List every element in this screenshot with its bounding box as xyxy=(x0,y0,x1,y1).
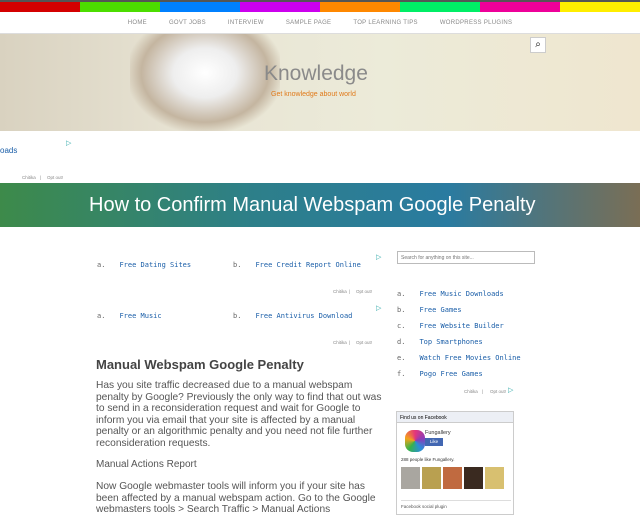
like-button[interactable]: Like xyxy=(425,438,443,446)
fan-avatar[interactable] xyxy=(485,467,504,489)
ad-link[interactable]: Top Smartphones xyxy=(419,338,482,346)
ad-marker: b. xyxy=(233,312,242,320)
facebook-widget-header: Find us on Facebook xyxy=(397,412,513,423)
fungallery-logo[interactable] xyxy=(405,430,425,452)
article-subheading: Manual Actions Report xyxy=(96,459,197,470)
fan-avatar[interactable] xyxy=(422,467,441,489)
chitika-link[interactable]: Chitika xyxy=(333,289,347,294)
article-paragraph: Now Google webmaster tools will inform y… xyxy=(96,481,376,515)
separator: | xyxy=(482,389,484,394)
article-heading: Manual Webspam Google Penalty xyxy=(96,357,304,372)
nav-govt-jobs[interactable]: GOVT JOBS xyxy=(169,20,206,26)
optout-link[interactable]: Opt out! xyxy=(47,175,63,180)
sidebar-ad-item[interactable]: f. Pogo Free Games xyxy=(397,370,483,378)
header-hero: Knowledge Get knowledge about world ⌕ xyxy=(0,34,640,131)
sidebar-ad-item[interactable]: e. Watch Free Movies Online xyxy=(397,354,521,362)
top-nav: HOME GOVT JOBS INTERVIEW SAMPLE PAGE TOP… xyxy=(0,12,640,34)
chitika-link[interactable]: Chitika xyxy=(464,389,478,394)
ad-link[interactable]: Free Website Builder xyxy=(419,322,503,330)
chitika-link[interactable]: Chitika xyxy=(333,340,347,345)
ad-marker: b. xyxy=(233,261,242,269)
ad-link[interactable]: Watch Free Movies Online xyxy=(419,354,520,362)
fan-faces xyxy=(401,467,504,489)
nav-interview[interactable]: INTERVIEW xyxy=(228,20,264,26)
optout-link[interactable]: Opt out! xyxy=(356,340,372,345)
site-title[interactable]: Knowledge xyxy=(264,62,368,86)
separator: | xyxy=(40,175,42,180)
ad-link[interactable]: oads xyxy=(0,146,17,155)
ad-marker: a. xyxy=(97,312,106,320)
color-segment xyxy=(0,2,80,12)
nav-home[interactable]: HOME xyxy=(128,20,147,26)
ad-marker: e. xyxy=(397,354,406,362)
color-bar xyxy=(0,0,640,12)
ad-marker: d. xyxy=(397,338,406,346)
ad-link[interactable]: Pogo Free Games xyxy=(419,370,482,378)
color-segment xyxy=(160,2,240,12)
sidebar-ad-item[interactable]: b. Free Games xyxy=(397,306,462,314)
ad-item[interactable]: b. Free Credit Report Online xyxy=(233,261,361,269)
ad-marker: c. xyxy=(397,322,406,330)
separator: | xyxy=(349,289,351,294)
color-segment xyxy=(320,2,400,12)
ad-link[interactable]: Free Dating Sites xyxy=(119,261,191,269)
sidebar-ad-item[interactable]: c. Free Website Builder xyxy=(397,322,504,330)
sidebar-ad-item[interactable]: d. Top Smartphones xyxy=(397,338,483,346)
post-title-banner: How to Confirm Manual Webspam Google Pen… xyxy=(0,183,640,227)
color-segment xyxy=(240,2,320,12)
ad-item[interactable]: a. Free Dating Sites xyxy=(97,261,191,269)
adchoices-icon[interactable]: ▷ xyxy=(508,386,513,394)
ad-link[interactable]: Free Music Downloads xyxy=(419,290,503,298)
like-count: 288 people like Fungallery. xyxy=(401,457,455,462)
ad-marker: b. xyxy=(397,306,406,314)
ad-link[interactable]: Free Credit Report Online xyxy=(255,261,360,269)
nav-sample-page[interactable]: SAMPLE PAGE xyxy=(286,20,332,26)
ad-link[interactable]: Free Games xyxy=(419,306,461,314)
ad-link[interactable]: Free Antivirus Download xyxy=(255,312,352,320)
optout-link[interactable]: Opt out! xyxy=(490,389,506,394)
ad-link[interactable]: Free Music xyxy=(119,312,161,320)
separator: | xyxy=(349,340,351,345)
facebook-widget: Find us on Facebook Fungallery Like 288 … xyxy=(396,411,514,515)
color-segment xyxy=(400,2,480,12)
nav-learning-tips[interactable]: TOP LEARNING TIPS xyxy=(353,20,417,26)
facebook-plugin-footer: Facebook social plugin xyxy=(401,500,511,509)
optout-link[interactable]: Opt out! xyxy=(356,289,372,294)
color-segment xyxy=(80,2,160,12)
site-search-input[interactable] xyxy=(397,251,535,264)
sidebar-ad-item[interactable]: a. Free Music Downloads xyxy=(397,290,504,298)
article-paragraph: Has you site traffic decreased due to a … xyxy=(96,380,382,449)
adchoices-icon[interactable]: ▷ xyxy=(66,139,71,147)
search-icon[interactable]: ⌕ xyxy=(530,37,546,53)
adchoices-icon[interactable]: ▷ xyxy=(376,304,381,312)
nav-wordpress-plugins[interactable]: WORDPRESS PLUGINS xyxy=(440,20,512,26)
site-tagline: Get knowledge about world xyxy=(271,91,356,98)
chitika-link[interactable]: Chitika xyxy=(22,175,36,180)
dove-image xyxy=(130,34,280,131)
fan-avatar[interactable] xyxy=(401,467,420,489)
ad-item[interactable]: a. Free Music xyxy=(97,312,162,320)
adchoices-icon[interactable]: ▷ xyxy=(376,253,381,261)
ad-marker: f. xyxy=(397,370,406,378)
color-segment xyxy=(480,2,560,12)
ad-marker: a. xyxy=(397,290,406,298)
fan-avatar[interactable] xyxy=(443,467,462,489)
page-name[interactable]: Fungallery xyxy=(425,430,451,436)
color-segment xyxy=(560,2,640,12)
fan-avatar[interactable] xyxy=(464,467,483,489)
ad-item[interactable]: b. Free Antivirus Download xyxy=(233,312,352,320)
ad-marker: a. xyxy=(97,261,106,269)
